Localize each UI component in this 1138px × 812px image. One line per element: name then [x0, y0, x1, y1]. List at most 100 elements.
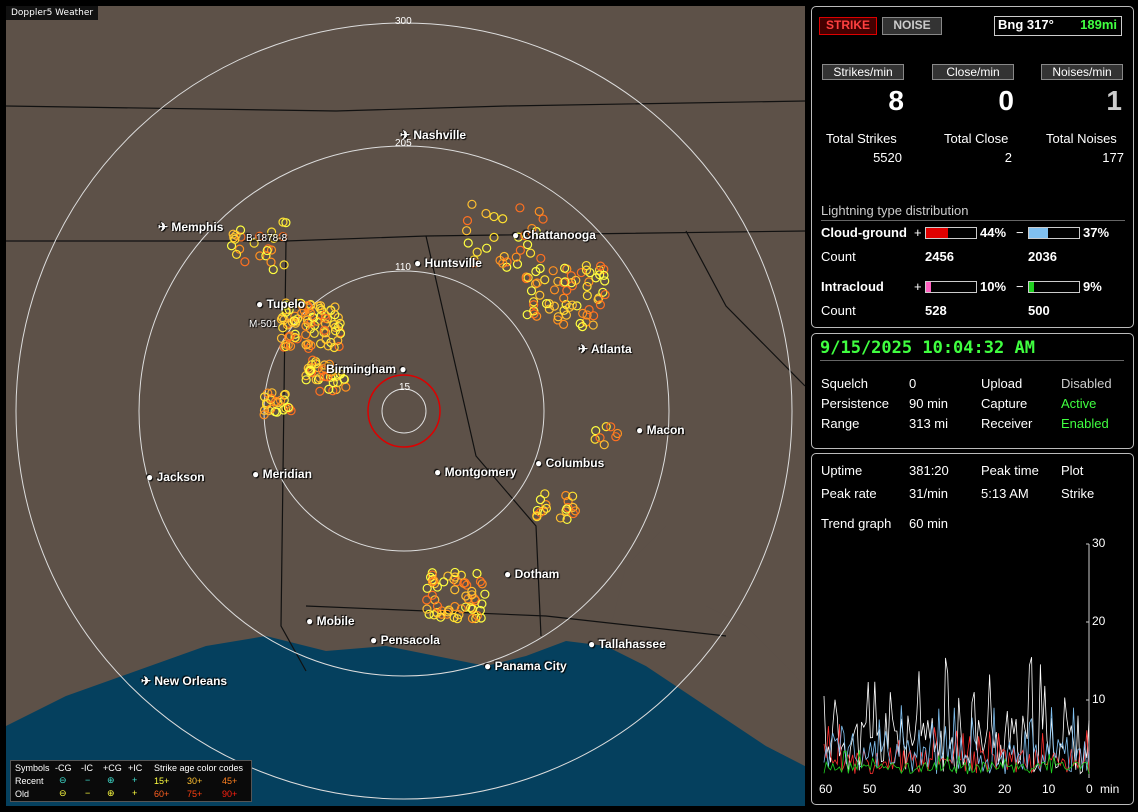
strike-symbol [462, 226, 472, 236]
x-tick-50: 50 [863, 782, 877, 796]
legend-recent: Recent [15, 776, 44, 786]
marker-m501: M-501 [249, 319, 278, 330]
strike-symbol [599, 440, 609, 450]
strike-symbol [472, 247, 482, 257]
ic-count-label: Count [821, 303, 856, 318]
datetime: 9/15/2025 10:04:32 AM [820, 338, 1035, 358]
ic-neg-count: 500 [1028, 303, 1050, 318]
strike-symbol [600, 289, 610, 300]
total-strikes-label: Total Strikes [826, 131, 897, 146]
receiver-label: Receiver [981, 416, 1033, 431]
ic-minus-sign: − [1016, 279, 1024, 294]
noise-button[interactable]: NOISE [882, 17, 942, 35]
total-close-value: 2 [1004, 150, 1012, 165]
city-jackson: ● Jackson [146, 470, 205, 484]
strike-symbol [576, 267, 586, 278]
cg-count-label: Count [821, 249, 856, 264]
strike-symbol [341, 382, 351, 392]
strike-symbol [279, 260, 289, 270]
strike-button[interactable]: STRIKE [819, 17, 877, 35]
strike-symbol [240, 257, 250, 267]
legend-pos-ic: +IC [128, 763, 143, 773]
age-45: 45+ [222, 776, 238, 786]
trend-value: 60 min [909, 516, 949, 531]
legend-symbols-label: Symbols [15, 763, 50, 773]
total-noises-value: 177 [1102, 150, 1124, 165]
city-huntsville: ● Huntsville [414, 256, 482, 270]
city-dotham: ● Dotham [504, 567, 560, 581]
plot-label: Plot [1061, 463, 1084, 478]
capture-label: Capture [981, 396, 1028, 411]
y-tick-30: 30 [1092, 536, 1106, 550]
strike-symbol [561, 310, 572, 320]
ic-plus-sign: + [914, 279, 922, 294]
old-pos-cg-icon: ⊕ [107, 788, 115, 798]
ic-pos-pct: 10% [980, 279, 1007, 294]
strike-symbol [489, 211, 499, 222]
strikes-min-label: Strikes/min [822, 64, 904, 80]
strike-symbol [538, 214, 548, 224]
radar-map[interactable]: 300 205 110 15 ✈ Nashville ✈ Memphis ● C… [6, 6, 805, 806]
uptime-label: Uptime [821, 463, 863, 478]
strike-symbol [515, 203, 525, 213]
city-montgomery: ● Montgomery [434, 465, 517, 479]
city-birmingham: Birmingham ● [326, 362, 407, 376]
cg-minus-sign: − [1016, 225, 1024, 240]
cg-pos-pct: 44% [980, 225, 1007, 240]
status-panel: 9/15/2025 10:04:32 AM Squelch 0 Upload D… [811, 333, 1134, 449]
cg-pos-bar [925, 227, 977, 239]
strike-symbol [526, 286, 537, 296]
strike-symbol [316, 339, 326, 349]
city-atlanta: ✈ Atlanta [578, 342, 632, 356]
upload-label: Upload [981, 376, 1023, 391]
strike-symbol [548, 266, 558, 276]
strike-symbol [535, 495, 546, 505]
strike-symbol [422, 604, 432, 614]
strike-symbol [268, 264, 278, 275]
strikes-min-value: 8 [888, 85, 904, 116]
trend-panel: Uptime 381:20 Peak time Plot Peak rate 3… [811, 453, 1134, 805]
recent-neg-cg-icon: ⊖ [59, 775, 67, 785]
squelch-value: 0 [909, 376, 917, 391]
symbol-legend: Symbols -CG -IC +CG +IC Strike age color… [10, 760, 252, 802]
total-noises-label: Total Noises [1046, 131, 1117, 146]
legend-old: Old [15, 789, 30, 799]
persistence-label: Persistence [821, 396, 889, 411]
city-chattanooga: ● Chattanooga [512, 228, 596, 242]
distribution-title: Lightning type distribution [821, 203, 969, 218]
city-tupelo: ● Tupelo [256, 297, 306, 311]
strike-symbol [598, 287, 608, 297]
total-close-label: Total Close [944, 131, 1009, 146]
stats-panel: STRIKE NOISE Bng 317° 189mi Strikes/min … [811, 6, 1134, 328]
x-unit: min [1100, 782, 1120, 796]
strike-symbol [427, 590, 437, 600]
strike-symbol [536, 253, 546, 264]
city-new-orleans: ✈ New Orleans [141, 674, 228, 688]
city-nashville: ✈ Nashville [400, 128, 467, 142]
age-15: 15+ [154, 776, 170, 786]
old-neg-cg-icon: ⊖ [59, 788, 67, 798]
y-tick-20: 20 [1092, 614, 1106, 628]
peak-rate-value: 31/min [909, 486, 949, 501]
distance-value: 189mi [1080, 17, 1117, 32]
capture-value: Active [1061, 396, 1097, 411]
strike-symbol [590, 434, 600, 444]
city-mobile: ● Mobile [306, 614, 355, 628]
strike-symbol [472, 568, 482, 579]
bearing-box: Bng 317° 189mi [994, 16, 1122, 36]
cg-neg-pct: 37% [1083, 225, 1110, 240]
strike-symbol [525, 248, 536, 258]
cloud-ground-label: Cloud-ground [821, 225, 907, 240]
strike-symbol [475, 576, 486, 587]
range-value: 313 mi [909, 416, 949, 431]
close-min-value: 0 [998, 85, 1014, 116]
receiver-value: Enabled [1061, 416, 1109, 431]
city-macon: ● Macon [636, 423, 685, 437]
strike-symbol [481, 208, 491, 219]
strike-symbol [467, 199, 477, 209]
recent-pos-ic-icon: + [132, 775, 138, 785]
trend-label: Trend graph [821, 516, 892, 531]
total-strikes-value: 5520 [873, 150, 902, 165]
close-min-label: Close/min [932, 64, 1014, 80]
range-label-15: 15 [399, 382, 411, 393]
